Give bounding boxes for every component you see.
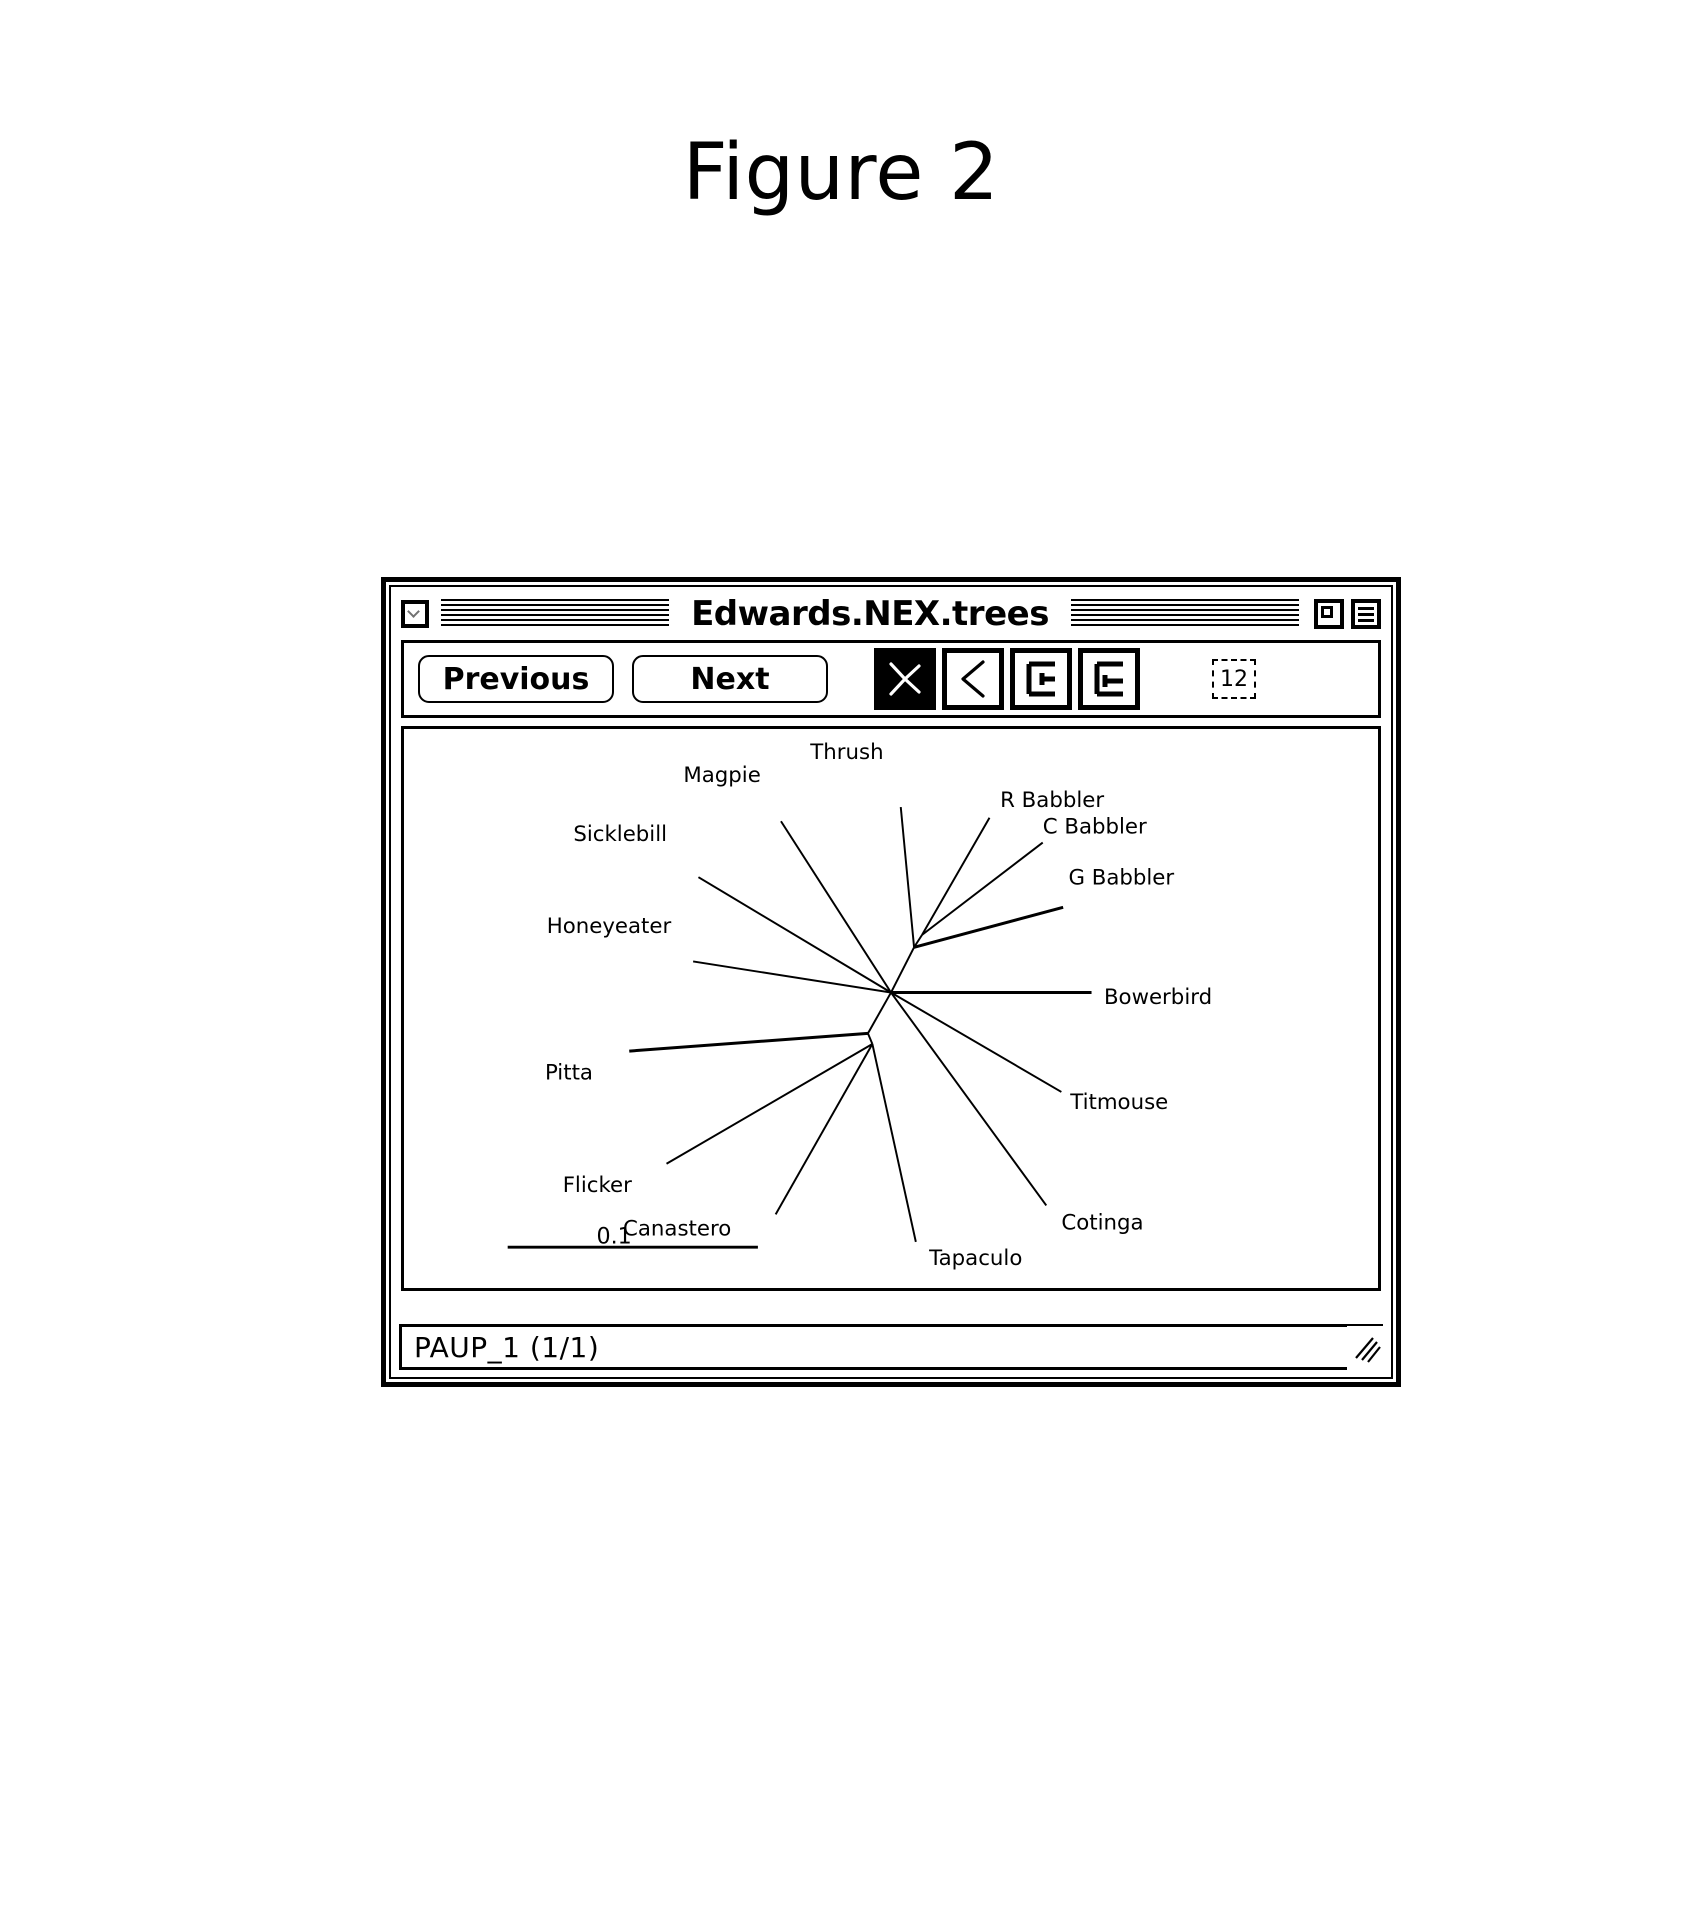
page-title: Figure 2 — [682, 128, 1000, 218]
window-inner-frame: Edwards.NEX.trees Previous Next 12 Thrus… — [389, 585, 1393, 1379]
taxon-label: Thrush — [809, 740, 883, 765]
tree-layout-button-group — [874, 648, 1146, 710]
taxon-label: Tapaculo — [928, 1246, 1022, 1271]
title-bar[interactable]: Edwards.NEX.trees — [391, 587, 1391, 640]
unrooted-tree-layout-button[interactable] — [874, 648, 936, 710]
taxon-label: Honeyeater — [547, 914, 672, 939]
close-box-icon[interactable] — [401, 599, 429, 628]
taxon-label: Bowerbird — [1104, 985, 1212, 1010]
taxon-label: Titmouse — [1069, 1090, 1168, 1115]
collapse-box-icon[interactable] — [1351, 598, 1381, 629]
internal-branch — [867, 1032, 874, 1045]
rectangular-cladogram-layout-button[interactable] — [1078, 648, 1140, 710]
taxon-label: Flicker — [563, 1173, 632, 1198]
taxon-label: Canastero — [623, 1217, 731, 1242]
terminal-branch — [697, 876, 892, 994]
rectangular-phylogram-layout-button[interactable] — [1010, 648, 1072, 710]
terminal-branch — [921, 817, 991, 936]
taxon-label: Cotinga — [1061, 1210, 1143, 1235]
phylogenetic-tree-plot: Thrush Magpie Sicklebill Honeyeater R Babble… — [507, 740, 1212, 1271]
taxon-label: Sicklebill — [573, 822, 667, 847]
terminal-branch — [890, 991, 1062, 1093]
rectangular-bracket-offset-icon — [1094, 661, 1123, 697]
tree-label-group: Thrush Magpie Sicklebill Honeyeater R Babble… — [545, 740, 1212, 1271]
next-button[interactable]: Next — [632, 655, 828, 703]
status-text: PAUP_1 (1/1) — [414, 1330, 600, 1364]
title-bar-stripes-left — [441, 598, 670, 629]
previous-button[interactable]: Previous — [418, 655, 614, 703]
terminal-branch — [780, 820, 892, 994]
rectangular-bracket-icon — [1026, 661, 1055, 697]
internal-branch — [890, 946, 915, 993]
slanted-chevron-icon — [961, 660, 985, 698]
terminal-branch — [774, 1043, 874, 1215]
internal-branch — [867, 992, 892, 1034]
tree-count-badge: 12 — [1212, 659, 1256, 699]
terminal-branch — [871, 1043, 917, 1243]
title-bar-stripes-right — [1070, 598, 1299, 629]
terminal-branch — [692, 960, 892, 994]
taxon-label: R Babbler — [1000, 788, 1104, 813]
taxon-label: Magpie — [683, 763, 760, 788]
scale-bar-label: 0.1 — [597, 1224, 632, 1250]
window-title: Edwards.NEX.trees — [691, 593, 1049, 634]
taxon-label: Pitta — [545, 1060, 593, 1085]
slanted-cladogram-layout-button[interactable] — [942, 648, 1004, 710]
zoom-box-icon[interactable] — [1314, 598, 1344, 629]
terminal-branch — [921, 841, 1044, 936]
status-bar: PAUP_1 (1/1) — [399, 1324, 1389, 1370]
terminal-branch — [629, 1031, 869, 1053]
toolbar: Previous Next 12 — [401, 640, 1381, 718]
tree-canvas[interactable]: Thrush Magpie Sicklebill Honeyeater R Babble… — [401, 726, 1381, 1291]
tree-branch-group — [629, 806, 1092, 1243]
resize-grip-icon[interactable] — [1347, 1326, 1389, 1370]
taxon-label: G Babbler — [1068, 865, 1174, 890]
terminal-branch — [890, 991, 1048, 1207]
terminal-branch — [913, 905, 1064, 949]
terminal-branch — [899, 806, 916, 948]
unrooted-x-icon — [889, 662, 921, 696]
terminal-branch — [666, 1043, 873, 1165]
application-window: Edwards.NEX.trees Previous Next 12 Thrus… — [381, 577, 1401, 1387]
taxon-label: C Babbler — [1043, 815, 1147, 840]
